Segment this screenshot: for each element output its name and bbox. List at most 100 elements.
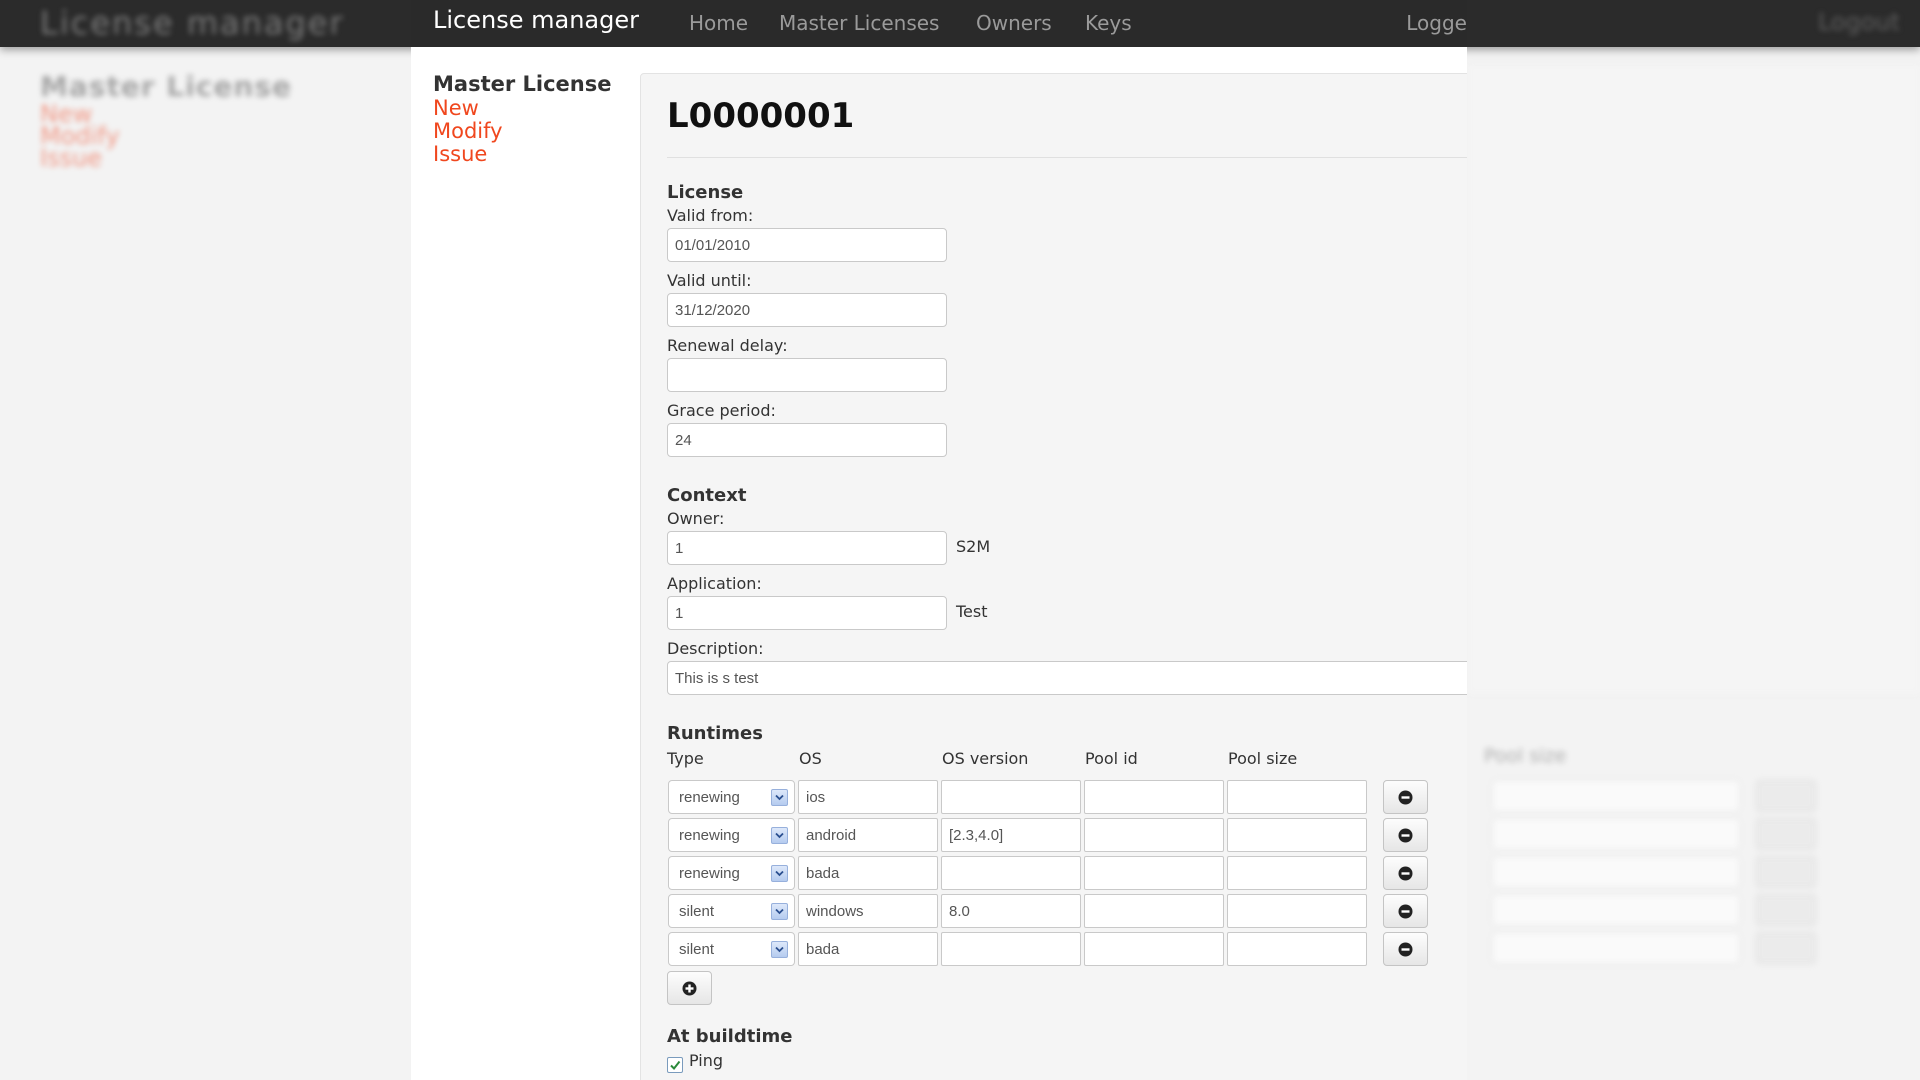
background-input: [1492, 894, 1740, 926]
runtime-pool-size-input[interactable]: [1227, 818, 1367, 852]
runtime-pool-size-input[interactable]: [1227, 856, 1367, 890]
chevron-down-icon: [771, 789, 788, 806]
minus-circle-icon: [1398, 828, 1413, 843]
runtimes-section-heading: Runtimes: [667, 723, 763, 744]
background-button: [1756, 932, 1816, 964]
plus-circle-icon: [682, 981, 697, 996]
background-sidebar-title: Master License: [40, 70, 292, 103]
brand-title[interactable]: License manager: [433, 6, 639, 34]
sidebar-link-new[interactable]: New: [433, 96, 479, 120]
background-input: [1492, 856, 1740, 888]
background-button: [1756, 894, 1816, 926]
remove-runtime-button[interactable]: [1383, 856, 1428, 890]
runtime-type-select[interactable]: renewing: [668, 818, 795, 852]
runtime-type-select[interactable]: renewing: [668, 856, 795, 890]
add-runtime-button[interactable]: [667, 971, 712, 1005]
runtime-type-select[interactable]: silent: [668, 894, 795, 928]
application-input[interactable]: [667, 596, 947, 630]
buildtime-section-heading: At buildtime: [667, 1026, 793, 1047]
application-name: Test: [956, 602, 988, 621]
background-sidebar-link-issue: Issue: [40, 144, 103, 172]
description-input[interactable]: [667, 661, 1467, 695]
sidebar-title: Master License: [433, 72, 612, 96]
runtime-type-value: renewing: [679, 789, 740, 806]
chevron-down-icon: [771, 903, 788, 920]
column-header-type: Type: [667, 749, 704, 768]
chevron-down-icon: [771, 827, 788, 844]
minus-circle-icon: [1398, 942, 1413, 957]
runtime-type-value: silent: [679, 941, 715, 958]
runtime-os-version-input[interactable]: [941, 894, 1081, 928]
column-header-os: OS: [799, 749, 822, 768]
check-icon: [670, 1060, 681, 1071]
runtime-type-select[interactable]: renewing: [668, 780, 795, 814]
runtime-os-input[interactable]: [798, 932, 938, 966]
owner-name: S2M: [956, 537, 991, 556]
runtime-os-version-input[interactable]: [941, 932, 1081, 966]
minus-circle-icon: [1398, 866, 1413, 881]
runtime-pool-id-input[interactable]: [1084, 856, 1224, 890]
license-panel: L0000001 License Valid from: Valid until…: [640, 73, 1467, 1080]
runtime-os-version-input[interactable]: [941, 818, 1081, 852]
runtime-pool-size-input[interactable]: [1227, 932, 1367, 966]
runtime-pool-id-input[interactable]: [1084, 780, 1224, 814]
background-button: [1756, 780, 1816, 812]
app-window: License manager Home Master Licenses Own…: [411, 0, 1467, 1080]
grace-period-label: Grace period:: [667, 401, 776, 420]
background-button: [1756, 856, 1816, 888]
runtime-os-version-input[interactable]: [941, 780, 1081, 814]
ping-checkbox[interactable]: [667, 1057, 683, 1073]
top-navbar: License manager Home Master Licenses Own…: [411, 0, 1467, 47]
remove-runtime-button[interactable]: [1383, 818, 1428, 852]
ping-label: Ping: [689, 1051, 724, 1070]
valid-from-label: Valid from:: [667, 206, 754, 225]
valid-until-label: Valid until:: [667, 271, 752, 290]
runtime-type-value: renewing: [679, 827, 740, 844]
nav-logout[interactable]: Logge: [1406, 11, 1467, 35]
valid-until-input[interactable]: [667, 293, 947, 327]
background-brand: License manager: [40, 4, 345, 42]
renewal-delay-input[interactable]: [667, 358, 947, 392]
runtime-os-input[interactable]: [798, 780, 938, 814]
license-section-heading: License: [667, 182, 744, 203]
owner-label: Owner:: [667, 509, 725, 528]
nav-keys[interactable]: Keys: [1085, 11, 1132, 35]
runtime-os-input[interactable]: [798, 856, 938, 890]
minus-circle-icon: [1398, 790, 1413, 805]
column-header-os-version: OS version: [942, 749, 1029, 768]
background-input: [1492, 818, 1740, 850]
background-panel: [1468, 63, 1920, 694]
runtime-os-input[interactable]: [798, 818, 938, 852]
nav-home[interactable]: Home: [689, 11, 748, 35]
grace-period-input[interactable]: [667, 423, 947, 457]
background-input: [1492, 780, 1740, 812]
divider: [667, 157, 1467, 158]
runtime-type-value: silent: [679, 903, 715, 920]
remove-runtime-button[interactable]: [1383, 932, 1428, 966]
nav-master-licenses[interactable]: Master Licenses: [779, 11, 939, 35]
description-label: Description:: [667, 639, 764, 658]
license-id-title: L0000001: [667, 96, 855, 136]
runtime-pool-id-input[interactable]: [1084, 818, 1224, 852]
runtime-os-input[interactable]: [798, 894, 938, 928]
remove-runtime-button[interactable]: [1383, 894, 1428, 928]
nav-owners[interactable]: Owners: [976, 11, 1052, 35]
valid-from-input[interactable]: [667, 228, 947, 262]
chevron-down-icon: [771, 941, 788, 958]
context-section-heading: Context: [667, 485, 747, 506]
renewal-delay-label: Renewal delay:: [667, 336, 788, 355]
remove-runtime-button[interactable]: [1383, 780, 1428, 814]
background-button: [1756, 818, 1816, 850]
runtime-pool-size-input[interactable]: [1227, 780, 1367, 814]
sidebar-link-issue[interactable]: Issue: [433, 142, 487, 166]
runtime-pool-id-input[interactable]: [1084, 894, 1224, 928]
runtime-pool-id-input[interactable]: [1084, 932, 1224, 966]
minus-circle-icon: [1398, 904, 1413, 919]
sidebar-link-modify[interactable]: Modify: [433, 119, 503, 143]
runtime-pool-size-input[interactable]: [1227, 894, 1367, 928]
runtime-type-select[interactable]: silent: [668, 932, 795, 966]
owner-input[interactable]: [667, 531, 947, 565]
background-input: [1492, 932, 1740, 964]
runtime-os-version-input[interactable]: [941, 856, 1081, 890]
background-pool-size-label: Pool size: [1484, 745, 1567, 767]
